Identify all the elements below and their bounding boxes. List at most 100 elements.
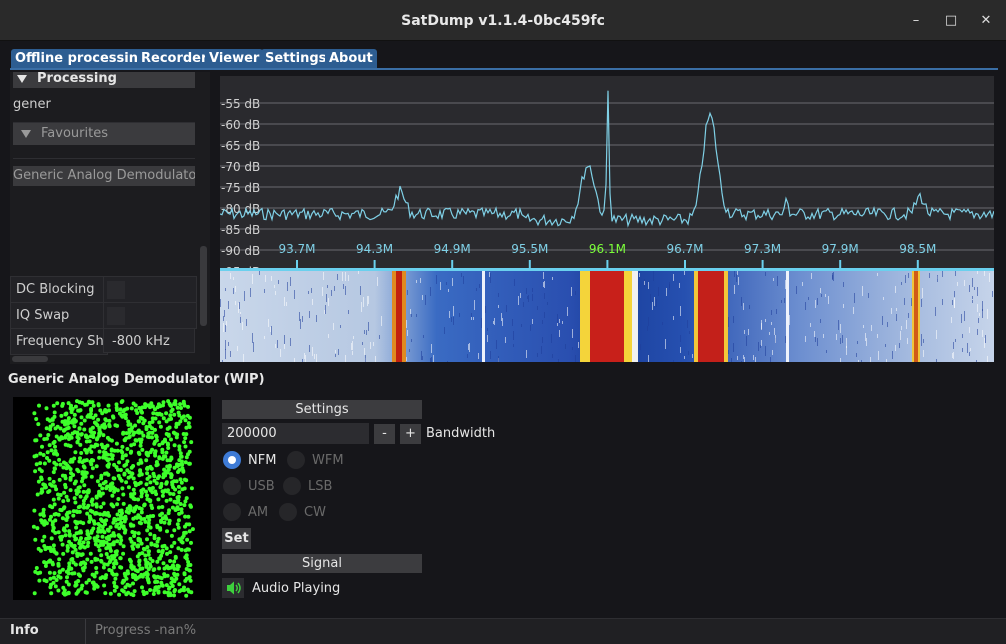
waterfall-speckle <box>284 335 285 344</box>
iq-swap-checkbox[interactable] <box>103 302 197 329</box>
constellation-point <box>156 589 161 594</box>
db-axis-label: -60 dB <box>221 118 260 132</box>
tab-offline-processing[interactable]: Offline processing <box>11 49 152 69</box>
constellation-point <box>144 458 149 463</box>
waterfall-speckle <box>972 278 973 287</box>
waterfall-speckle <box>406 357 407 361</box>
bandwidth-decrement-button[interactable]: - <box>374 424 395 444</box>
constellation-point <box>87 578 92 583</box>
constellation-point <box>183 499 188 504</box>
constellation-point <box>77 485 82 490</box>
tab-settings[interactable]: Settings <box>261 49 331 69</box>
constellation-point <box>41 513 46 518</box>
bandwidth-input[interactable]: 200000 <box>222 423 369 444</box>
waterfall-speckle <box>547 302 548 305</box>
waterfall-speckle <box>259 271 260 275</box>
tab-recorder[interactable]: Recorder <box>137 49 212 69</box>
waterfall-speckle <box>832 275 833 280</box>
waterfall-speckle <box>243 354 244 362</box>
processing-header[interactable]: Processing <box>13 72 195 88</box>
speaker-button[interactable] <box>222 578 244 598</box>
waterfall-speckle <box>977 304 978 312</box>
radio-am[interactable] <box>223 503 241 521</box>
constellation-point <box>122 472 127 477</box>
frequency-shift-input[interactable]: -800 kHz <box>103 328 195 353</box>
waterfall-speckle <box>962 348 963 352</box>
constellation-point <box>81 568 86 573</box>
constellation-point <box>147 474 152 479</box>
constellation-point <box>114 572 119 577</box>
waterfall-speckle <box>225 325 226 332</box>
radio-label-nfm: NFM <box>248 453 277 468</box>
constellation-point <box>165 573 170 578</box>
set-button[interactable]: Set <box>222 528 251 549</box>
waterfall-speckle <box>423 335 424 338</box>
waterfall-speckle <box>544 312 545 318</box>
waterfall-speckle <box>528 295 529 302</box>
radio-nfm[interactable] <box>223 451 241 469</box>
horizontal-scrollbar[interactable] <box>12 356 48 362</box>
constellation-point <box>73 450 78 455</box>
dc-blocking-checkbox[interactable] <box>103 276 197 303</box>
constellation-point <box>164 481 169 486</box>
pipeline-item-generic-analog[interactable]: Generic Analog Demodulator <box>13 166 195 186</box>
constellation-point <box>160 505 165 509</box>
pipeline-search-input[interactable]: gener <box>13 93 195 117</box>
constellation-point <box>55 401 60 406</box>
constellation-point <box>189 486 194 491</box>
fft-plot[interactable]: -55 dB-60 dB-65 dB-70 dB-75 dB-80 dB-85 … <box>220 76 994 268</box>
constellation-point <box>157 456 162 461</box>
waterfall-speckle <box>891 308 892 314</box>
tab-about[interactable]: About <box>325 49 377 69</box>
constellation-point <box>155 543 160 548</box>
radio-lsb[interactable] <box>283 477 301 495</box>
collapse-triangle-icon <box>17 74 27 83</box>
constellation-point <box>111 565 116 570</box>
constellation-point <box>45 450 50 455</box>
constellation-point <box>66 401 71 406</box>
checkbox-box[interactable] <box>107 307 125 325</box>
tab-viewer[interactable]: Viewer <box>205 49 264 69</box>
constellation-point <box>152 567 157 572</box>
waterfall-speckle <box>970 348 971 351</box>
constellation-point <box>149 542 154 547</box>
checkbox-box[interactable] <box>107 281 125 299</box>
signal-band-core <box>698 271 724 362</box>
constellation-point <box>113 518 118 523</box>
constellation-point <box>34 417 39 421</box>
constellation-point <box>51 543 56 548</box>
constellation-point <box>170 407 175 412</box>
favourites-header[interactable]: Favourites <box>13 123 195 145</box>
constellation-point <box>186 563 191 568</box>
constellation-point <box>137 520 142 525</box>
constellation-point <box>44 406 49 411</box>
constellation-point <box>108 558 113 563</box>
waterfall-speckle <box>644 281 645 285</box>
constellation-point <box>94 511 99 516</box>
constellation-point <box>61 527 66 532</box>
constellation-point <box>81 521 86 526</box>
constellation-point <box>90 502 95 507</box>
waterfall-speckle <box>936 359 937 362</box>
constellation-point <box>139 472 144 477</box>
constellation-point <box>174 479 179 484</box>
constellation-point <box>51 547 56 552</box>
bandwidth-increment-button[interactable]: + <box>400 424 421 444</box>
radio-usb[interactable] <box>223 477 241 495</box>
waterfall-speckle <box>885 344 886 347</box>
close-icon[interactable]: ✕ <box>976 11 996 31</box>
maximize-icon[interactable]: □ <box>941 11 961 31</box>
waterfall-speckle <box>744 357 745 362</box>
radio-wfm[interactable] <box>287 451 305 469</box>
constellation-point <box>77 509 82 514</box>
constellation-point <box>38 451 43 456</box>
waterfall-speckle <box>761 320 762 329</box>
vertical-scrollbar[interactable] <box>200 246 207 326</box>
radio-cw[interactable] <box>279 503 297 521</box>
waterfall-speckle <box>567 307 568 316</box>
waterfall-speckle <box>420 278 421 283</box>
waterfall-speckle <box>680 347 681 353</box>
freq-label: 94.3M <box>356 242 393 256</box>
minimize-icon[interactable]: – <box>906 11 926 31</box>
waterfall-speckle <box>494 318 495 325</box>
